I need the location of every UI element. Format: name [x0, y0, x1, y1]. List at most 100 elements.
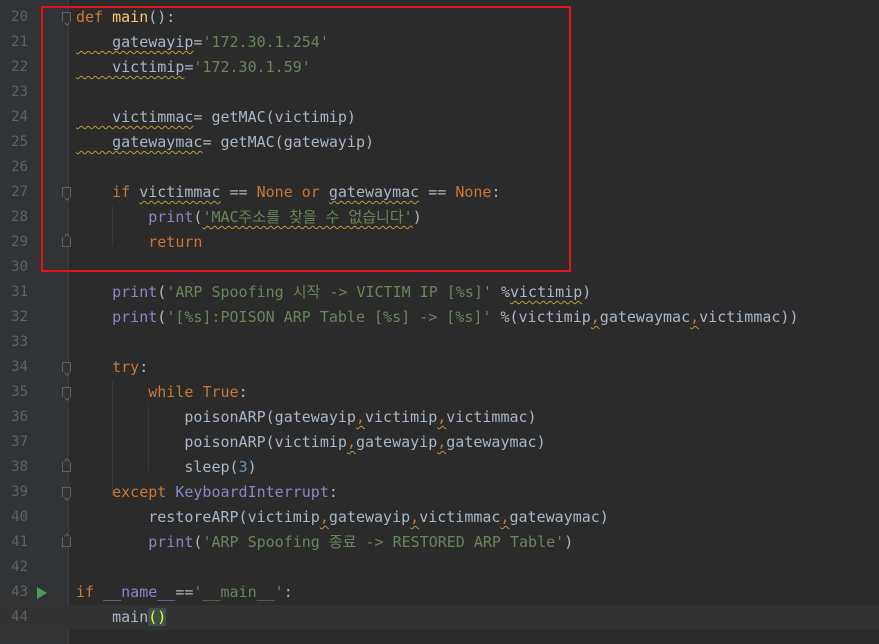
- comma: ,: [346, 433, 356, 451]
- builtin-function: print: [76, 533, 194, 551]
- line-number: 23: [11, 84, 28, 100]
- code-text: victimmac): [446, 408, 537, 426]
- keyword: if: [76, 583, 95, 601]
- code-text: ): [564, 533, 574, 551]
- line-number: 30: [11, 259, 28, 275]
- code-text: victimip: [365, 408, 438, 426]
- red-highlight-box: [41, 6, 571, 272]
- matched-paren: ): [157, 608, 167, 626]
- fold-marker-icon[interactable]: [62, 487, 71, 497]
- code-line[interactable]: 36 poisonARP(gatewayip,victimip,victimma…: [0, 405, 879, 430]
- keyword: while: [76, 383, 194, 401]
- line-number: 42: [11, 559, 28, 575]
- line-number: 32: [11, 309, 28, 325]
- line-number: 31: [11, 284, 28, 300]
- line-number: 25: [11, 134, 28, 150]
- identifier: victimip: [510, 283, 583, 301]
- code-line[interactable]: 38 sleep(3): [0, 455, 879, 480]
- code-text: poisonARP(victimip: [76, 433, 347, 451]
- code-line[interactable]: 41 print('ARP Spoofing 종료 -> RESTORED AR…: [0, 530, 879, 555]
- dunder-name: __name__: [103, 583, 176, 601]
- line-number: 24: [11, 109, 28, 125]
- code-text: gatewaymac): [446, 433, 546, 451]
- code-editor[interactable]: 20 def main(): 21 gatewayip='172.30.1.25…: [0, 0, 879, 644]
- string-literal: 'ARP Spoofing 종료 -> RESTORED ARP Table': [202, 533, 565, 551]
- keyword: except: [76, 483, 167, 501]
- code-line[interactable]: 42: [0, 555, 879, 580]
- builtin-class: KeyboardInterrupt: [175, 483, 329, 501]
- line-number: 26: [11, 159, 28, 175]
- keyword: True: [202, 383, 239, 401]
- fold-marker-icon[interactable]: [62, 387, 71, 397]
- fold-marker-icon[interactable]: [62, 537, 71, 547]
- comma: ,: [500, 508, 510, 526]
- comma: ,: [410, 508, 420, 526]
- code-text: %: [491, 283, 510, 301]
- code-line-current[interactable]: 44 main(): [0, 605, 879, 630]
- code-line[interactable]: 40 restoreARP(victimip,gatewayip,victimm…: [0, 505, 879, 530]
- line-number: 35: [11, 384, 28, 400]
- code-text: main: [76, 608, 149, 626]
- line-number: 29: [11, 234, 28, 250]
- line-number: 40: [11, 509, 28, 525]
- comma: ,: [690, 308, 700, 326]
- matched-paren: (: [148, 608, 158, 626]
- code-text: :: [283, 583, 293, 601]
- comma: ,: [355, 408, 365, 426]
- string-literal: 'ARP Spoofing 시작 -> VICTIM IP [%s]': [166, 283, 492, 301]
- line-number: 43: [11, 584, 28, 600]
- code-line[interactable]: 35 while True:: [0, 380, 879, 405]
- line-number: 39: [11, 484, 28, 500]
- code-text: (: [157, 283, 167, 301]
- builtin-function: print: [76, 308, 158, 326]
- code-line[interactable]: 32 print('[%s]:POISON ARP Table [%s] -> …: [0, 305, 879, 330]
- code-text: gatewayip: [355, 433, 438, 451]
- line-number: 44: [11, 609, 28, 625]
- line-number: 21: [11, 34, 28, 50]
- code-text: ==: [175, 583, 194, 601]
- comma: ,: [437, 433, 447, 451]
- code-text: sleep(: [76, 458, 239, 476]
- code-text: gatewaymac: [599, 308, 691, 326]
- comma: ,: [437, 408, 447, 426]
- code-text: (: [157, 308, 167, 326]
- code-text: ): [582, 283, 592, 301]
- run-arrow-icon[interactable]: [37, 587, 47, 599]
- code-line[interactable]: 34 try:: [0, 355, 879, 380]
- code-line[interactable]: 37 poisonARP(victimip,gatewayip,gatewaym…: [0, 430, 879, 455]
- code-text: ): [247, 458, 257, 476]
- string-literal: '[%s]:POISON ARP Table [%s] -> [%s]': [166, 308, 492, 326]
- line-number: 33: [11, 334, 28, 350]
- code-line[interactable]: 31 print('ARP Spoofing 시작 -> VICTIM IP […: [0, 280, 879, 305]
- keyword: try: [76, 358, 140, 376]
- code-line[interactable]: 39 except KeyboardInterrupt:: [0, 480, 879, 505]
- code-text: poisonARP(gatewayip: [76, 408, 356, 426]
- code-text: restoreARP(victimip: [76, 508, 320, 526]
- line-number: 37: [11, 434, 28, 450]
- line-number: 41: [11, 534, 28, 550]
- line-number: 34: [11, 359, 28, 375]
- line-number: 22: [11, 59, 28, 75]
- comma: ,: [319, 508, 329, 526]
- line-number: 36: [11, 409, 28, 425]
- code-text: :: [238, 383, 248, 401]
- line-number: 38: [11, 459, 28, 475]
- code-text: victimmac: [419, 508, 501, 526]
- line-number: 28: [11, 209, 28, 225]
- fold-marker-icon[interactable]: [62, 362, 71, 372]
- comma: ,: [590, 308, 600, 326]
- code-text: gatewaymac): [509, 508, 609, 526]
- code-text: victimmac)): [699, 308, 799, 326]
- fold-marker-icon[interactable]: [62, 462, 71, 472]
- code-text: :: [328, 483, 338, 501]
- builtin-function: print: [76, 283, 158, 301]
- code-line[interactable]: 33: [0, 330, 879, 355]
- line-number: 27: [11, 184, 28, 200]
- code-line[interactable]: 43 if __name__=='__main__':: [0, 580, 879, 605]
- line-number: 20: [11, 9, 28, 25]
- number-literal: 3: [238, 458, 248, 476]
- string-literal: '__main__': [193, 583, 284, 601]
- code-text: gatewayip: [328, 508, 411, 526]
